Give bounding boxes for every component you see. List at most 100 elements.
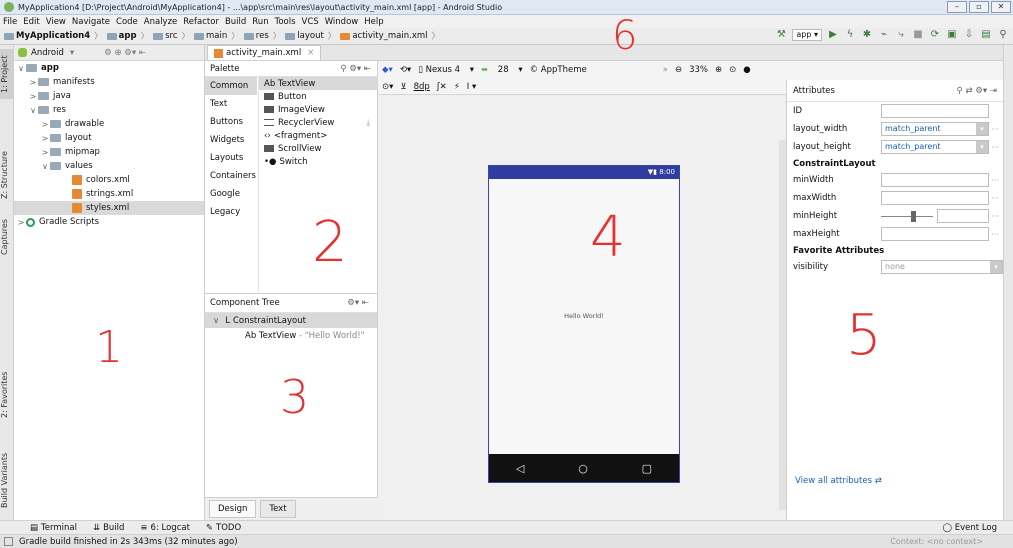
tree-item-res[interactable]: ∨ res — [14, 103, 204, 117]
theme-select[interactable]: © AppTheme — [530, 65, 594, 75]
canvas-scrollbar[interactable] — [779, 140, 786, 510]
more-icon[interactable]: ··· — [991, 194, 999, 203]
id-field[interactable] — [881, 104, 989, 118]
breadcrumb-main[interactable]: main — [206, 31, 227, 41]
tree-item-drawable[interactable]: > drawable — [14, 117, 204, 131]
view-all-attributes-link[interactable]: View all attributes ⇄ — [795, 476, 882, 486]
layers-icon[interactable]: ◆▾ — [382, 65, 393, 75]
breadcrumb-file[interactable]: activity_main.xml — [352, 31, 427, 41]
tab-build-variants[interactable]: Build Variants — [0, 445, 14, 515]
attach-icon[interactable]: ⤷ — [895, 29, 907, 41]
tree-item-colors-xml[interactable]: colors.xml — [14, 173, 204, 187]
more-icon[interactable]: » — [663, 65, 668, 75]
search-icon[interactable]: ⚲ ⇄ ⚙▾ ⇥ — [957, 86, 997, 96]
visibility-select[interactable]: none ▾ — [881, 260, 1003, 274]
palette-item-scrollview[interactable]: ScrollView — [259, 142, 378, 155]
menu-view[interactable]: View — [46, 17, 66, 27]
more-icon[interactable]: ··· — [991, 176, 999, 185]
menu-code[interactable]: Code — [116, 17, 138, 27]
more-icon[interactable]: ··· — [991, 143, 999, 152]
search-icon[interactable]: ⚲ — [997, 29, 1009, 41]
palette-category-layouts[interactable]: Layouts — [205, 149, 257, 167]
min-height-field[interactable] — [937, 209, 989, 223]
gear-icon[interactable]: ⚙ ⊕ ⚙▾ ⇤ — [104, 48, 146, 58]
tree-item-app[interactable]: ∨ app — [14, 61, 204, 75]
tab-project[interactable]: 1: Project — [0, 49, 14, 99]
palette-category-common[interactable]: Common — [205, 77, 257, 95]
maximize-button[interactable]: ▫ — [969, 1, 989, 13]
more-icon[interactable]: ··· — [991, 125, 999, 134]
avd-manager-icon[interactable]: ▣ — [946, 29, 958, 41]
minimize-button[interactable]: – — [947, 1, 967, 13]
more-icon[interactable]: ··· — [991, 230, 999, 239]
project-structure-icon[interactable]: ▤ — [980, 29, 992, 41]
menu-edit[interactable]: Edit — [23, 17, 39, 27]
tree-item-gradle-scripts[interactable]: > Gradle Scripts — [14, 215, 204, 229]
menu-file[interactable]: File — [3, 17, 17, 27]
breadcrumb-src[interactable]: src — [165, 31, 177, 41]
min-height-slider[interactable] — [881, 210, 933, 222]
tab-captures[interactable]: Captures — [0, 215, 14, 260]
hammer-icon[interactable]: ⚒ — [775, 29, 787, 41]
project-view-header[interactable]: Android ▾ ⚙ ⊕ ⚙▾ ⇤ — [14, 45, 204, 61]
zoom-in-icon[interactable]: ⊕ — [715, 65, 722, 75]
tree-item-layout[interactable]: > layout — [14, 131, 204, 145]
component-textview[interactable]: Ab TextView - "Hello World!" — [205, 328, 377, 343]
palette-category-buttons[interactable]: Buttons — [205, 113, 257, 131]
tab-favorites[interactable]: 2: Favorites — [0, 365, 14, 425]
api-select[interactable]: ⬌ 28 ▾ — [481, 65, 523, 75]
tree-item-java[interactable]: > java — [14, 89, 204, 103]
sync-icon[interactable]: ⟳ — [929, 29, 941, 41]
preview-hello-text[interactable]: Hello World! — [489, 312, 679, 320]
default-margin[interactable]: 8dp — [414, 82, 430, 92]
breadcrumb-app[interactable]: app — [119, 31, 137, 41]
zoom-fit-icon[interactable]: ⊙ — [729, 65, 736, 75]
tab-structure[interactable]: Z: Structure — [0, 145, 14, 205]
palette-item-imageview[interactable]: ImageView — [259, 103, 378, 116]
palette-category-containers[interactable]: Containers — [205, 167, 257, 185]
profile-icon[interactable]: ⌁ — [878, 29, 890, 41]
palette-item-fragment[interactable]: ‹› <fragment> — [259, 129, 378, 142]
palette-item-button[interactable]: Button — [259, 90, 378, 103]
max-height-field[interactable] — [881, 227, 989, 241]
stop-icon[interactable]: ■ — [912, 29, 924, 41]
debug-icon[interactable]: ✱ — [861, 29, 873, 41]
tool-window-toggle-icon[interactable] — [4, 537, 13, 546]
event-log-tab[interactable]: ◯ Event Log — [943, 523, 997, 533]
autoconnect-icon[interactable]: ⊻ — [400, 82, 406, 92]
editor-tab-activity-main[interactable]: activity_main.xml × — [207, 45, 322, 60]
todo-tab[interactable]: ✎ TODO — [206, 523, 241, 533]
terminal-tab[interactable]: ▤ Terminal — [30, 523, 77, 533]
palette-category-widgets[interactable]: Widgets — [205, 131, 257, 149]
tree-item-strings-xml[interactable]: strings.xml — [14, 187, 204, 201]
menu-vcs[interactable]: VCS — [302, 17, 319, 27]
close-button[interactable]: ✕ — [991, 1, 1011, 13]
tree-item-mipmap[interactable]: > mipmap — [14, 145, 204, 159]
palette-category-legacy[interactable]: Legacy — [205, 203, 257, 221]
tab-design[interactable]: Design — [209, 500, 257, 518]
breadcrumb-layout[interactable]: layout — [297, 31, 324, 41]
run-config-select[interactable]: app ▾ — [792, 29, 822, 41]
align-icon[interactable]: I ▾ — [467, 82, 476, 92]
sdk-manager-icon[interactable]: ⇩ — [963, 29, 975, 41]
menu-navigate[interactable]: Navigate — [72, 17, 110, 27]
clear-constraints-icon[interactable]: ʃ✕ — [437, 82, 447, 92]
palette-item-switch[interactable]: •● Switch — [259, 155, 378, 168]
tab-text[interactable]: Text — [260, 500, 296, 518]
context-indicator[interactable]: Context: <no context> — [890, 537, 983, 546]
palette-item-textview[interactable]: Ab TextView — [259, 77, 378, 90]
tree-item-values[interactable]: ∨ values — [14, 159, 204, 173]
tree-item-manifests[interactable]: > manifests — [14, 75, 204, 89]
menu-window[interactable]: Window — [325, 17, 359, 27]
min-width-field[interactable] — [881, 173, 989, 187]
menu-run[interactable]: Run — [252, 17, 268, 27]
menu-refactor[interactable]: Refactor — [183, 17, 219, 27]
warning-icon[interactable]: ● — [743, 65, 750, 75]
close-tab-icon[interactable]: × — [307, 48, 314, 58]
infer-constraints-icon[interactable]: ⚡ — [454, 82, 460, 92]
layout-width-select[interactable]: match_parent ▾ — [881, 122, 989, 136]
palette-item-recyclerview[interactable]: RecyclerView ⤓ — [259, 116, 378, 129]
run-icon[interactable]: ▶ — [827, 29, 839, 41]
tree-item-styles-xml[interactable]: styles.xml — [14, 201, 204, 215]
breadcrumb-project[interactable]: MyApplication4 — [16, 31, 90, 41]
